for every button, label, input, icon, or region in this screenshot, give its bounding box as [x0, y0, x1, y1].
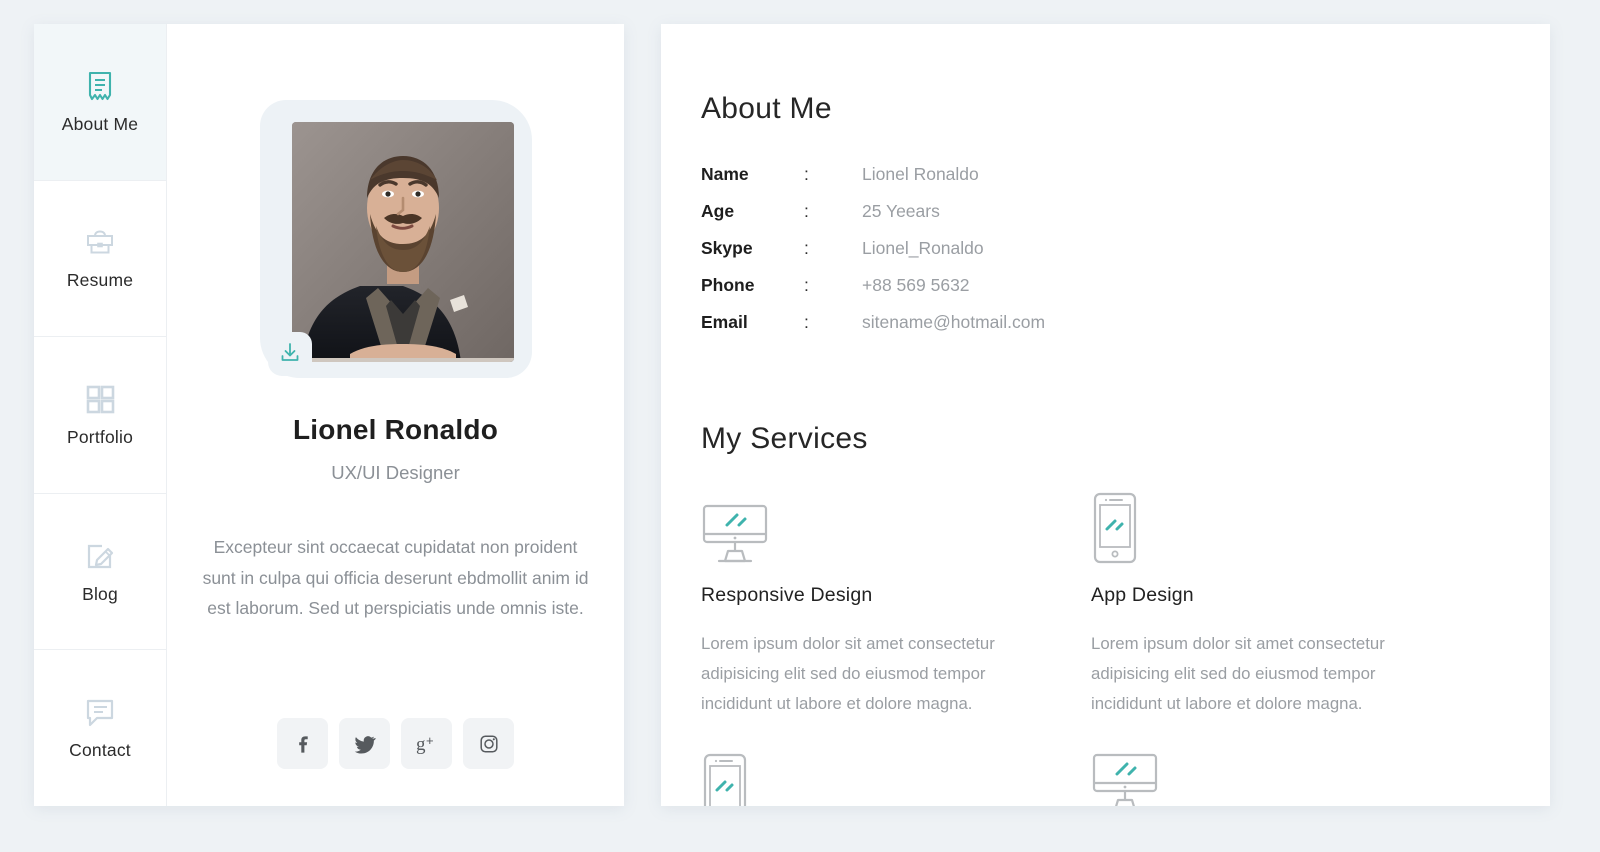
phone-icon: [701, 752, 1091, 806]
info-value: Lionel_Ronaldo: [862, 238, 984, 258]
info-value: sitename@hotmail.com: [862, 312, 1046, 332]
profile-pane: Lionel Ronaldo UX/UI Designer Excepteur …: [167, 24, 624, 806]
download-icon: [279, 341, 301, 368]
grid-icon: [83, 382, 117, 416]
sidebar-item-label: Portfolio: [67, 426, 133, 447]
social-link-instagram[interactable]: [463, 718, 514, 769]
sidebar-item-label: Contact: [69, 740, 131, 761]
table-row: Email : sitename@hotmail.com: [701, 312, 1131, 349]
chat-icon: [83, 695, 117, 729]
svg-text:g: g: [416, 734, 426, 755]
about-info-table: Name : Lionel Ronaldo Age : 25 Yeears Sk…: [701, 164, 1131, 349]
person-name: Lionel Ronaldo: [292, 414, 498, 445]
profile-bio: Excepteur sint occaecat cupidatat non pr…: [202, 537, 589, 618]
sidebar-item-label: Blog: [82, 583, 118, 604]
sidebar-item-label: About Me: [61, 113, 139, 134]
info-label: Skype: [701, 238, 753, 258]
monitor-icon: [1091, 752, 1511, 806]
content-card: About Me Name : Lionel Ronaldo Age : 25 …: [661, 24, 1550, 806]
facebook-icon: [292, 733, 314, 755]
pencil-icon: [83, 539, 117, 573]
my-services-heading: My Services: [701, 422, 868, 455]
info-separator: :: [804, 312, 809, 332]
phone-icon: [1091, 489, 1511, 565]
person-role: UX/UI Designer: [331, 462, 460, 483]
briefcase-icon: [83, 225, 117, 259]
profile-photo: [291, 122, 514, 362]
social-link-twitter[interactable]: [339, 718, 390, 769]
sidebar-item-portfolio[interactable]: Portfolio: [34, 337, 166, 494]
info-separator: :: [804, 201, 809, 221]
services-grid: Responsive Design Lorem ipsum dolor sit …: [701, 489, 1511, 719]
twitter-icon: [353, 732, 377, 756]
info-label: Age: [701, 201, 735, 221]
table-row: Skype : Lionel_Ronaldo: [701, 238, 1131, 275]
profile-photo-area: [259, 100, 532, 378]
about-me-heading: About Me: [701, 92, 832, 125]
monitor-icon: [701, 489, 1091, 565]
service-row2-right: [1091, 752, 1511, 806]
info-label: Email: [701, 312, 748, 332]
sidebar-item-label: Resume: [66, 270, 134, 291]
info-label: Name: [701, 164, 749, 184]
info-separator: :: [804, 238, 809, 258]
info-label: Phone: [701, 275, 755, 295]
table-row: Phone : +88 569 5632: [701, 275, 1131, 312]
social-link-facebook[interactable]: [277, 718, 328, 769]
service-app-design: App Design Lorem ipsum dolor sit amet co…: [1091, 489, 1511, 719]
google-plus-icon: g +: [414, 732, 440, 756]
profile-card: About Me Resume Portfolio Blog Contact L…: [34, 24, 624, 806]
service-title: App Design: [1091, 584, 1194, 606]
receipt-icon: [83, 69, 117, 103]
social-link-googleplus[interactable]: g +: [401, 718, 452, 769]
svg-text:+: +: [426, 733, 434, 748]
service-description: Lorem ipsum dolor sit amet consectetur a…: [701, 634, 995, 713]
instagram-icon: [478, 733, 500, 755]
table-row: Age : 25 Yeears: [701, 201, 1131, 238]
sidebar-item-resume[interactable]: Resume: [34, 180, 166, 338]
info-value: +88 569 5632: [862, 275, 970, 295]
sidebar-nav: About Me Resume Portfolio Blog Contact: [34, 24, 167, 806]
sidebar-item-blog[interactable]: Blog: [34, 493, 166, 651]
download-cv-button[interactable]: [267, 332, 312, 376]
info-value: 25 Yeears: [862, 201, 940, 221]
info-value: Lionel Ronaldo: [862, 164, 979, 184]
info-separator: :: [804, 164, 809, 184]
sidebar-item-about-me[interactable]: About Me: [34, 24, 166, 181]
service-description: Lorem ipsum dolor sit amet consectetur a…: [1091, 634, 1385, 713]
info-separator: :: [804, 275, 809, 295]
social-links: g +: [167, 718, 624, 769]
services-grid-row2: [701, 752, 1511, 806]
service-row2-left: [701, 752, 1091, 806]
service-title: Responsive Design: [701, 584, 873, 606]
sidebar-item-contact[interactable]: Contact: [34, 650, 166, 806]
portfolio-page: About Me Resume Portfolio Blog Contact L…: [0, 0, 1600, 852]
table-row: Name : Lionel Ronaldo: [701, 164, 1131, 201]
service-responsive-design: Responsive Design Lorem ipsum dolor sit …: [701, 489, 1091, 719]
